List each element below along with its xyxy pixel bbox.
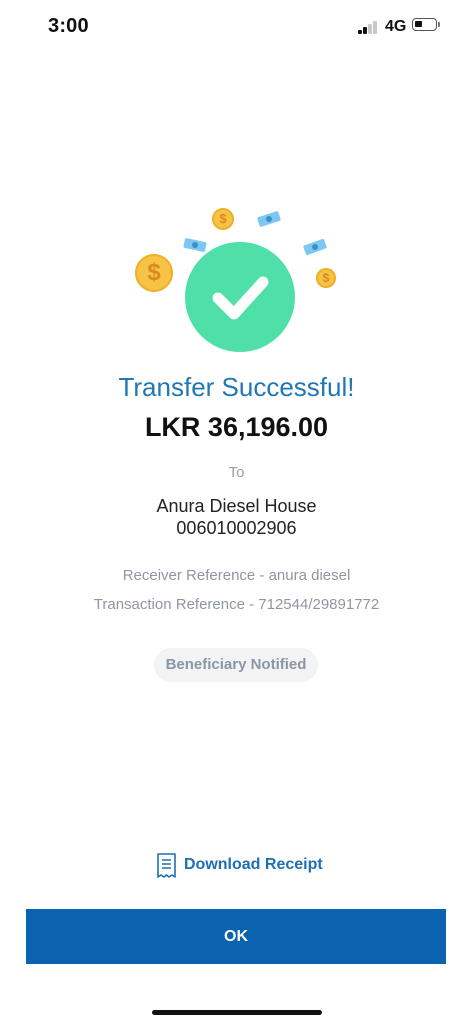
battery-terminal (438, 22, 440, 27)
dollar-coin-icon: $ (135, 254, 173, 292)
dollar-coin-icon: $ (212, 208, 234, 230)
banknote-icon (302, 238, 328, 256)
result-title: Transfer Successful! (118, 372, 355, 402)
success-illustration: $ $ $ (120, 200, 360, 360)
battery-icon (412, 18, 437, 31)
dollar-coin-icon: $ (316, 268, 336, 288)
banknote-icon (256, 210, 282, 228)
transfer-amount: LKR 36,196.00 (144, 412, 329, 442)
payee-account-number: 006010002906 (176, 518, 297, 538)
check-icon (212, 276, 269, 320)
signal-strength-icon (358, 20, 380, 34)
home-indicator[interactable] (152, 1010, 322, 1015)
ok-button[interactable]: OK (26, 909, 446, 964)
status-bar: 3:00 4G (0, 0, 473, 50)
receiver-reference: Receiver Reference - anura diesel (122, 567, 351, 584)
to-label: To (228, 464, 245, 481)
transaction-reference: Transaction Reference - 712544/29891772 (93, 596, 380, 613)
status-time: 3:00 (48, 15, 89, 37)
download-receipt-label: Download Receipt (184, 856, 323, 873)
success-check-circle (185, 242, 295, 352)
network-type: 4G (385, 18, 407, 35)
receipt-icon (157, 852, 176, 878)
beneficiary-notified-badge: Beneficiary Notified (154, 648, 318, 682)
download-receipt-link[interactable]: Download Receipt (156, 851, 323, 879)
payee-name: Anura Diesel House (156, 496, 317, 516)
